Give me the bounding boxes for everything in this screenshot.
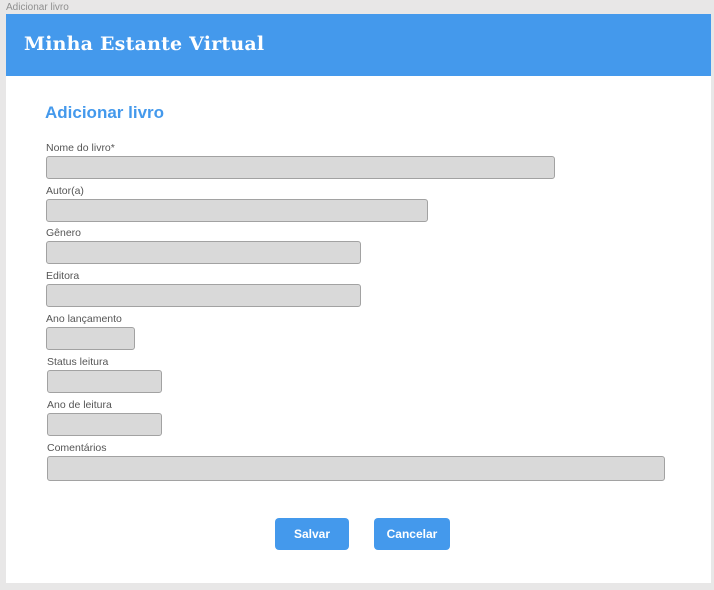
- author-label: Autor(a): [46, 185, 84, 197]
- book-name-input[interactable]: [46, 156, 555, 179]
- app-title: Minha Estante Virtual: [24, 33, 265, 55]
- release-year-input[interactable]: [46, 327, 135, 350]
- save-button[interactable]: Salvar: [275, 518, 349, 550]
- form-page: Minha Estante Virtual Adicionar livro No…: [6, 14, 711, 583]
- genre-label: Gênero: [46, 227, 82, 239]
- publisher-input[interactable]: [46, 284, 361, 307]
- publisher-label: Editora: [46, 270, 80, 282]
- form-title: Adicionar livro: [45, 103, 165, 122]
- app-header: Minha Estante Virtual: [6, 14, 711, 76]
- reading-status-label: Status leitura: [47, 356, 109, 368]
- comments-input[interactable]: [47, 456, 665, 481]
- comments-label: Comentários: [47, 442, 107, 454]
- release-year-label: Ano lançamento: [46, 313, 122, 325]
- cancel-button[interactable]: Cancelar: [374, 518, 450, 550]
- genre-input[interactable]: [46, 241, 361, 264]
- reading-year-label: Ano de leitura: [47, 399, 112, 411]
- reading-year-input[interactable]: [47, 413, 162, 436]
- reading-status-input[interactable]: [47, 370, 162, 393]
- window-frame-label: Adicionar livro: [6, 2, 69, 13]
- author-input[interactable]: [46, 199, 428, 222]
- book-name-label: Nome do livro*: [46, 142, 115, 154]
